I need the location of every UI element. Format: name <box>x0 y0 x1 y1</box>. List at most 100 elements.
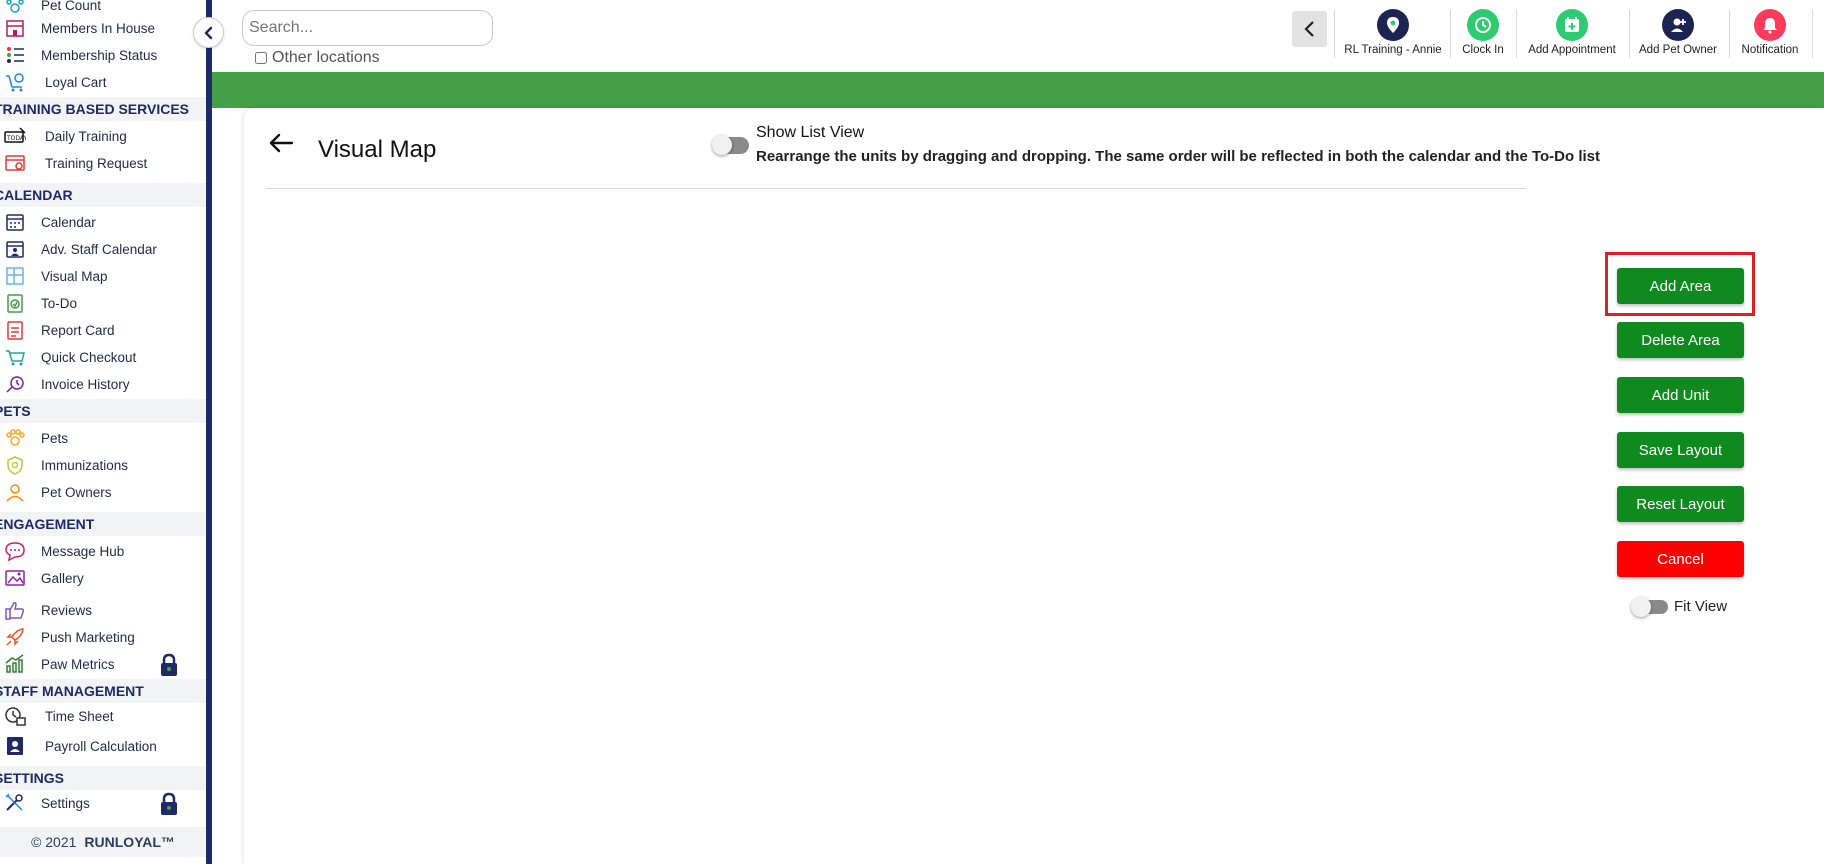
sidebar-item-reviews[interactable]: Reviews <box>0 597 206 624</box>
clock-in-button[interactable]: Clock In <box>1458 9 1508 59</box>
copyright-text: © 2021 <box>31 834 77 850</box>
section-engagement: ENGAGEMENT <box>0 512 206 536</box>
sidebar-item-label: Immunizations <box>41 458 129 473</box>
sidebar-item-adv-staff-calendar[interactable]: Adv. Staff Calendar <box>0 236 206 263</box>
show-list-view-toggle[interactable] <box>712 135 749 155</box>
header-back-button[interactable] <box>1292 11 1327 47</box>
sidebar-item-label: Push Marketing <box>41 630 135 645</box>
sidebar-item-time-sheet[interactable]: Time Sheet <box>0 703 206 730</box>
sidebar-item-report-card[interactable]: Report Card <box>0 317 206 344</box>
header-divider <box>1334 10 1335 58</box>
add-appointment-button[interactable]: Add Appointment <box>1524 9 1620 59</box>
cart-icon <box>6 73 24 92</box>
checkout-cart-icon <box>6 350 25 366</box>
user-icon <box>6 484 24 502</box>
tools-icon <box>5 793 23 811</box>
section-calendar: CALENDAR <box>0 183 206 207</box>
header-divider <box>1812 10 1813 58</box>
add-unit-button[interactable]: Add Unit <box>1617 377 1744 413</box>
sidebar-item-paw-metrics[interactable]: Paw Metrics <box>0 651 206 678</box>
sidebar-item-invoice-history[interactable]: Invoice History <box>0 371 206 398</box>
sidebar-item-immunizations[interactable]: Immunizations <box>0 452 206 479</box>
time-sheet-icon <box>5 707 26 726</box>
sidebar-scrollbar[interactable] <box>206 0 212 864</box>
bell-icon <box>1754 9 1786 41</box>
search-input[interactable] <box>242 10 493 46</box>
location-selector[interactable]: RL Training - Annie <box>1344 9 1442 59</box>
add-pet-owner-button[interactable]: Add Pet Owner <box>1637 9 1719 59</box>
sidebar-item-quick-checkout[interactable]: Quick Checkout <box>0 344 206 371</box>
header-divider <box>1629 10 1630 58</box>
other-locations-option[interactable]: Other locations <box>255 49 380 67</box>
sidebar-item-daily-training[interactable]: TODAY Daily Training <box>0 123 206 150</box>
sidebar-item-label: To-Do <box>41 296 78 311</box>
chevron-left-icon <box>204 26 212 39</box>
reset-layout-button[interactable]: Reset Layout <box>1617 486 1744 522</box>
delete-area-button[interactable]: Delete Area <box>1617 322 1744 358</box>
sidebar-item-visual-map[interactable]: Visual Map <box>0 263 206 290</box>
sidebar-item-label: Training Request <box>45 156 148 171</box>
sidebar-item-members-in-house[interactable]: Members In House <box>0 15 206 42</box>
fit-view-label: Fit View <box>1674 598 1728 615</box>
sidebar-item-label: Quick Checkout <box>41 350 137 365</box>
add-area-button[interactable]: Add Area <box>1617 268 1744 304</box>
sidebar-item-label: Time Sheet <box>45 709 114 724</box>
building-icon <box>6 20 24 37</box>
report-card-icon <box>7 321 23 340</box>
sidebar-item-settings[interactable]: Settings <box>0 790 206 817</box>
svg-text:TODAY: TODAY <box>6 135 26 142</box>
sidebar-item-message-hub[interactable]: Message Hub <box>0 538 206 565</box>
image-icon <box>5 570 25 586</box>
sidebar-item-membership-status[interactable]: Membership Status <box>0 42 206 69</box>
thumbs-up-icon <box>5 602 25 620</box>
sidebar-item-label: Invoice History <box>41 377 130 392</box>
sidebar-item-label: Pet Owners <box>41 485 112 500</box>
grid-map-icon <box>6 267 24 285</box>
sidebar-item-training-request[interactable]: Training Request <box>0 150 206 177</box>
page-title: Visual Map <box>318 136 437 163</box>
other-locations-checkbox[interactable] <box>255 52 267 64</box>
sidebar-item-label: Loyal Cart <box>45 75 107 90</box>
sidebar-item-loyal-cart[interactable]: Loyal Cart <box>0 69 206 96</box>
staff-calendar-icon <box>6 241 24 258</box>
calendar-add-icon <box>1556 9 1588 41</box>
notification-label: Notification <box>1741 44 1799 56</box>
back-arrow-icon[interactable] <box>268 130 294 156</box>
sidebar-item-push-marketing[interactable]: Push Marketing <box>0 624 206 651</box>
sidebar-item-to-do[interactable]: To-Do <box>0 290 206 317</box>
sidebar-item-pets[interactable]: Pets <box>0 425 206 452</box>
show-list-view-label: Show List View <box>756 124 865 141</box>
lock-icon <box>161 792 177 815</box>
sidebar-item-label: Gallery <box>41 571 84 586</box>
training-request-icon <box>5 155 25 171</box>
sidebar-item-calendar[interactable]: Calendar <box>0 209 206 236</box>
section-staff-management: STAFF MANAGEMENT <box>0 679 206 703</box>
visual-map-panel <box>244 108 1824 864</box>
daily-training-icon: TODAY <box>4 127 26 143</box>
paw-icon <box>6 0 24 13</box>
sidebar-item-pet-owners[interactable]: Pet Owners <box>0 479 206 506</box>
sidebar-item-label: Payroll Calculation <box>45 739 157 754</box>
save-layout-button[interactable]: Save Layout <box>1617 432 1744 468</box>
sidebar-item-label: Members In House <box>41 21 156 36</box>
rocket-icon <box>6 628 24 646</box>
lock-icon <box>161 653 177 676</box>
other-locations-label: Other locations <box>272 49 380 66</box>
sidebar-collapse-button[interactable] <box>193 17 224 48</box>
add-pet-owner-label: Add Pet Owner <box>1639 44 1717 56</box>
sidebar-item-payroll-calculation[interactable]: Payroll Calculation <box>0 733 206 760</box>
reorder-hint-text: Rearrange the units by dragging and drop… <box>756 148 1600 165</box>
clock-in-label: Clock In <box>1462 44 1504 56</box>
notification-button[interactable]: Notification <box>1737 9 1803 59</box>
header-divider <box>1516 10 1517 58</box>
section-pets: PETS <box>0 399 206 423</box>
fit-view-toggle[interactable] <box>1631 597 1668 617</box>
sidebar-item-label: Calendar <box>41 215 96 230</box>
header-divider <box>1729 10 1730 58</box>
clock-icon <box>1467 9 1499 41</box>
paw-icon <box>6 429 25 446</box>
sidebar-item-gallery[interactable]: Gallery <box>0 565 206 592</box>
cancel-button[interactable]: Cancel <box>1617 541 1744 577</box>
sidebar-item-label: Report Card <box>41 323 115 338</box>
chat-bubble-icon <box>5 542 25 561</box>
